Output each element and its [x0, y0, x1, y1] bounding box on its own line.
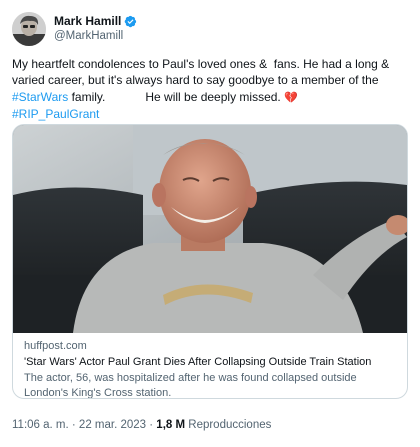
card-image[interactable]: [13, 125, 407, 333]
tweet-date-link[interactable]: 22 mar. 2023: [79, 419, 146, 431]
verified-badge-icon[interactable]: [124, 15, 137, 28]
author-names: Mark Hamill @MarkHamill: [54, 14, 137, 44]
broken-heart-emoji: 💔: [284, 91, 298, 104]
views-count[interactable]: 1,8 M: [156, 419, 185, 431]
photo-of-man-on-couch-icon: [13, 125, 407, 333]
tweet-meta: 11:06 a. m. · 22 mar. 2023 · 1,8 M Repro…: [12, 418, 271, 432]
tweet-text: My heartfelt condolences to Paul's loved…: [12, 56, 408, 123]
tweet-text-part2: family. He will be deeply missed.: [68, 89, 285, 104]
meta-separator: ·: [146, 419, 157, 431]
hashtag-rip-link[interactable]: #RIP_PaulGrant: [12, 107, 99, 121]
views-label: Reproducciones: [185, 419, 272, 431]
tweet-text-part1: My heartfelt condolences to Paul's loved…: [12, 57, 393, 88]
meta-separator: ·: [68, 419, 79, 431]
avatar[interactable]: [12, 12, 46, 46]
tweet-header: Mark Hamill @MarkHamill: [12, 12, 137, 46]
avatar-photo-icon: [12, 12, 46, 46]
card-info: huffpost.com 'Star Wars' Actor Paul Gran…: [13, 333, 407, 399]
author-handle[interactable]: @MarkHamill: [54, 29, 137, 44]
link-preview-card[interactable]: huffpost.com 'Star Wars' Actor Paul Gran…: [12, 124, 408, 399]
tweet-time-link[interactable]: 11:06 a. m.: [12, 419, 69, 431]
hashtag-starwars-link[interactable]: #StarWars: [12, 90, 68, 104]
card-title[interactable]: 'Star Wars' Actor Paul Grant Dies After …: [24, 355, 396, 370]
tweet[interactable]: Mark Hamill @MarkHamill My heartfelt con…: [0, 0, 420, 447]
card-description: The actor, 56, was hospitalized after he…: [24, 372, 357, 399]
author-display-name[interactable]: Mark Hamill: [54, 14, 121, 29]
card-domain: huffpost.com: [24, 340, 87, 352]
